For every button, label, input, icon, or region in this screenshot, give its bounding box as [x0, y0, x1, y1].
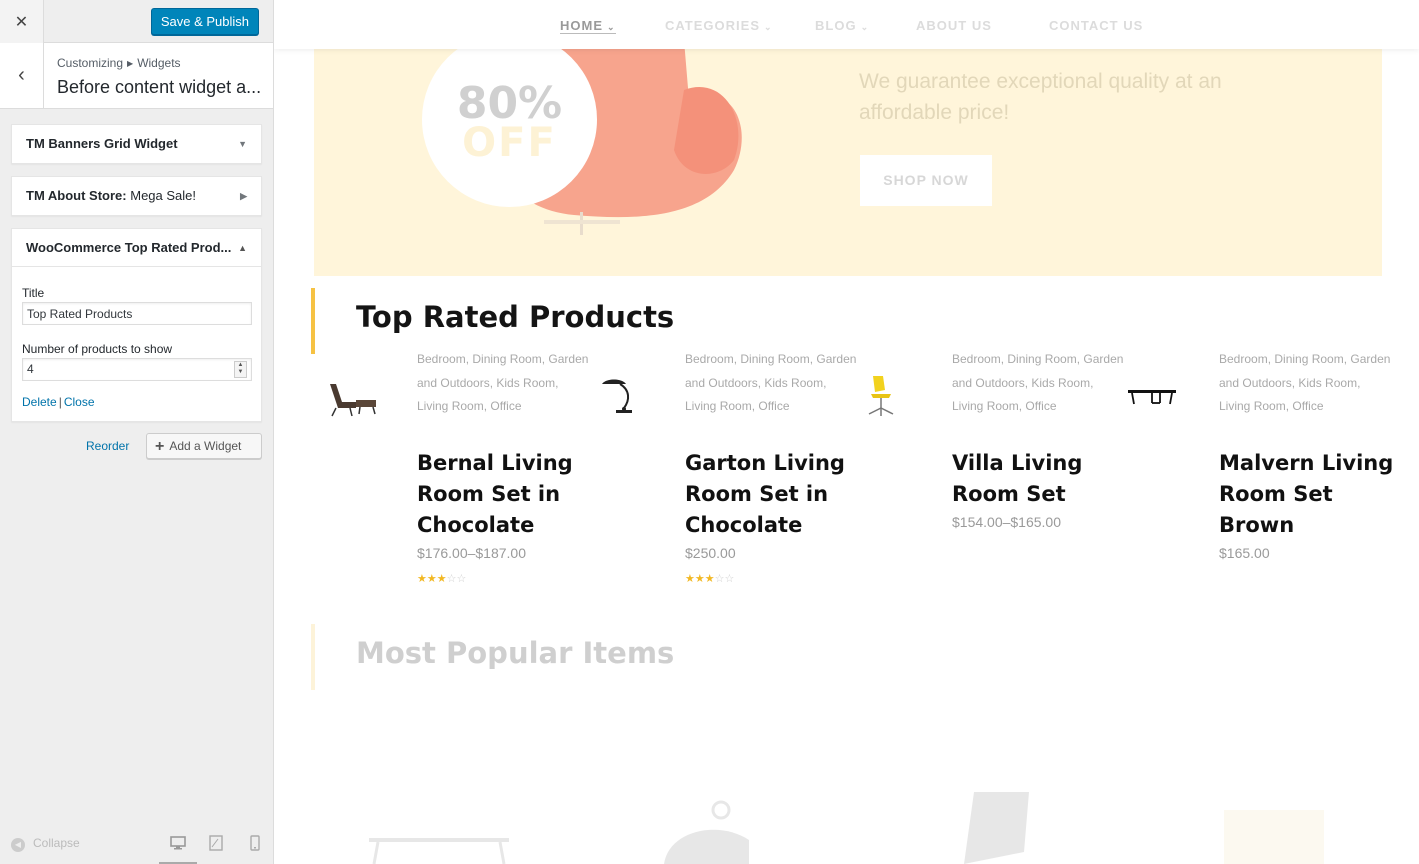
- widget-header[interactable]: TM About Store: Mega Sale! ▶: [12, 177, 261, 215]
- nav-about-us[interactable]: ABOUT US: [916, 18, 992, 33]
- product-categories: Bedroom, Dining Room, Garden and Outdoor…: [952, 352, 1124, 413]
- back-button[interactable]: ‹: [0, 43, 44, 108]
- number-stepper[interactable]: ▲ ▼: [234, 361, 247, 378]
- collapse-arrow-icon: ◀: [11, 838, 25, 852]
- customizer-header: ✕ Save & Publish: [0, 0, 273, 43]
- product-name[interactable]: Villa Living Room Set: [952, 448, 1127, 510]
- caret-up-icon[interactable]: ▲: [238, 229, 247, 267]
- breadcrumb-root: Customizing: [57, 56, 124, 70]
- breadcrumb-current: Widgets: [137, 56, 181, 70]
- caret-right-icon[interactable]: ▶: [240, 177, 247, 215]
- product-card[interactable]: Bedroom, Dining Room, Garden and Outdoor…: [1128, 348, 1393, 598]
- breadcrumb-separator-icon: ▶: [127, 59, 134, 68]
- widget-name: TM Banners Grid Widget: [26, 136, 178, 151]
- product-count-value: 4: [27, 362, 34, 376]
- widget-banners-grid[interactable]: TM Banners Grid Widget ▼: [11, 124, 262, 164]
- widget-name: WooCommerce Top Rated Prod...: [26, 240, 232, 255]
- count-label: Number of products to show: [22, 342, 173, 356]
- customizer-sidebar: ✕ Save & Publish ‹ Customizing ▶ Widgets B…: [0, 0, 274, 864]
- widget-instance-title: Mega Sale!: [130, 188, 197, 203]
- nav-contact-us[interactable]: CONTACT US: [1049, 18, 1143, 33]
- nav-blog[interactable]: BLOG ⌄: [815, 18, 869, 33]
- office-chair-icon: [868, 376, 894, 416]
- close-link[interactable]: Close: [64, 395, 95, 409]
- product-categories: Bedroom, Dining Room, Garden and Outdoor…: [417, 352, 589, 413]
- section-header: ‹ Customizing ▶ Widgets Before content wid…: [0, 43, 273, 109]
- product-card[interactable]: Bedroom, Dining Room, Garden and Outdoor…: [594, 348, 856, 598]
- widget-about-store[interactable]: TM About Store: Mega Sale! ▶: [11, 176, 262, 216]
- widget-top-rated-products: WooCommerce Top Rated Prod... ▲ Title Nu…: [11, 228, 262, 422]
- chevron-left-icon: ‹: [18, 64, 25, 86]
- product-categories: Bedroom, Dining Room, Garden and Outdoor…: [685, 352, 857, 413]
- rating-stars: ★★★☆☆: [417, 573, 467, 585]
- desk-lamp-icon: [602, 379, 632, 413]
- main-navigation: HOME ⌄ CATEGORIES ⌄ BLOG ⌄ ABOUT US CONTACT…: [274, 0, 1419, 49]
- widget-actions: Delete | Close: [22, 395, 95, 409]
- tablet-preview-button[interactable]: [206, 833, 226, 853]
- product-count-input[interactable]: 4 ▲ ▼: [22, 358, 252, 381]
- breadcrumb: Customizing ▶ Widgets: [57, 56, 181, 70]
- chevron-down-icon: ⌄: [607, 22, 616, 32]
- chevron-down-icon: ⌄: [764, 22, 773, 32]
- widget-header[interactable]: TM Banners Grid Widget ▼: [12, 125, 261, 163]
- site-preview: HOME ⌄ CATEGORIES ⌄ BLOG ⌄ ABOUT US CONTACT…: [274, 0, 1419, 864]
- product-name[interactable]: Garton Living Room Set in Chocolate: [685, 448, 860, 541]
- mobile-preview-button[interactable]: [245, 833, 265, 853]
- nav-categories[interactable]: CATEGORIES ⌄: [665, 18, 773, 33]
- product-name[interactable]: Malvern Living Room Set Brown: [1219, 448, 1394, 541]
- nav-home[interactable]: HOME ⌄: [560, 18, 616, 34]
- product-name[interactable]: Bernal Living Room Set in Chocolate: [417, 448, 592, 541]
- add-widget-button[interactable]: + Add a Widget: [146, 433, 262, 459]
- shop-now-button[interactable]: SHOP NOW: [860, 155, 992, 206]
- top-rated-title: Top Rated Products: [356, 300, 675, 334]
- cabinet-image: [1224, 810, 1324, 864]
- product-price: $154.00–$165.00: [952, 514, 1061, 530]
- title-input[interactable]: [22, 302, 252, 325]
- table-image: [369, 838, 509, 864]
- reorder-link[interactable]: Reorder: [86, 439, 129, 453]
- rating-stars: ★★★☆☆: [685, 573, 735, 585]
- collapse-button[interactable]: ◀ Collapse: [11, 836, 80, 852]
- title-label: Title: [22, 286, 45, 300]
- close-icon: ✕: [14, 13, 29, 31]
- chair-image: [964, 792, 1029, 864]
- plus-icon: +: [155, 438, 165, 455]
- product-card[interactable]: Bedroom, Dining Room, Garden and Outdoor…: [861, 348, 1123, 598]
- lamp-image: [664, 800, 749, 864]
- widget-header[interactable]: WooCommerce Top Rated Prod... ▲: [12, 229, 261, 267]
- product-price: $165.00: [1219, 545, 1270, 561]
- section-title: Before content widget a...: [57, 77, 262, 97]
- section-accent-bar: [311, 624, 315, 690]
- caret-down-icon[interactable]: ▼: [238, 125, 247, 163]
- discount-badge: 80% OFF: [422, 32, 597, 207]
- chevron-down-icon: ⌄: [860, 22, 870, 32]
- product-categories: Bedroom, Dining Room, Garden and Outdoor…: [1219, 352, 1391, 413]
- most-popular-title: Most Popular Items: [356, 636, 675, 670]
- desktop-icon: [170, 836, 186, 850]
- discount-off: OFF: [462, 120, 557, 166]
- mobile-icon: [250, 835, 260, 851]
- coffee-table-icon: [1128, 390, 1176, 405]
- product-card[interactable]: Bedroom, Dining Room, Garden and Outdoor…: [326, 348, 588, 598]
- section-accent-bar: [311, 288, 315, 354]
- desktop-preview-button[interactable]: [159, 833, 197, 864]
- tablet-icon: [209, 835, 223, 851]
- close-customizer-button[interactable]: ✕: [0, 0, 44, 43]
- add-widget-label: Add a Widget: [169, 439, 242, 453]
- save-publish-button[interactable]: Save & Publish: [150, 8, 259, 35]
- lounge-chair-icon: [330, 384, 376, 417]
- product-price: $250.00: [685, 545, 736, 561]
- delete-link[interactable]: Delete: [22, 395, 57, 409]
- widget-name: TM About Store:: [26, 188, 127, 203]
- product-price: $176.00–$187.00: [417, 545, 526, 561]
- collapse-label: Collapse: [33, 836, 80, 850]
- customizer-footer: ◀ Collapse: [0, 824, 273, 864]
- banner-subtitle: We guarantee exceptional quality at an a…: [859, 70, 1222, 124]
- separator: |: [58, 395, 62, 409]
